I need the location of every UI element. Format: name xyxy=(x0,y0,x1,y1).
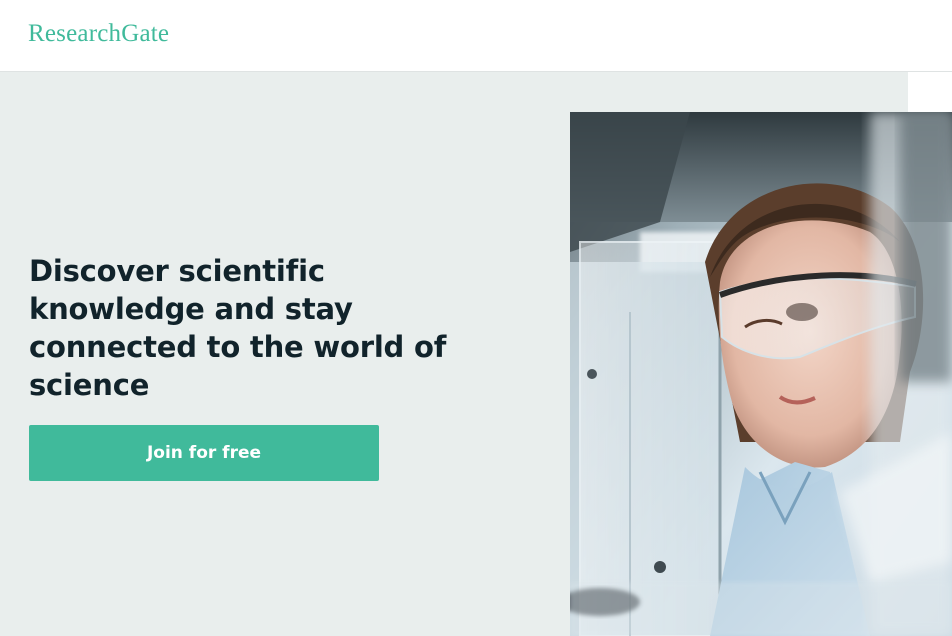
page-edge xyxy=(908,72,952,112)
scientist-photo xyxy=(570,112,952,636)
scientist-in-lab-photo-icon xyxy=(570,112,952,636)
top-navigation-bar: ResearchGate xyxy=(0,0,952,72)
researchgate-logo[interactable]: ResearchGate xyxy=(28,20,169,48)
hero-headline: Discover scientific knowledge and stay c… xyxy=(29,254,447,402)
join-for-free-button[interactable]: Join for free xyxy=(29,425,379,481)
